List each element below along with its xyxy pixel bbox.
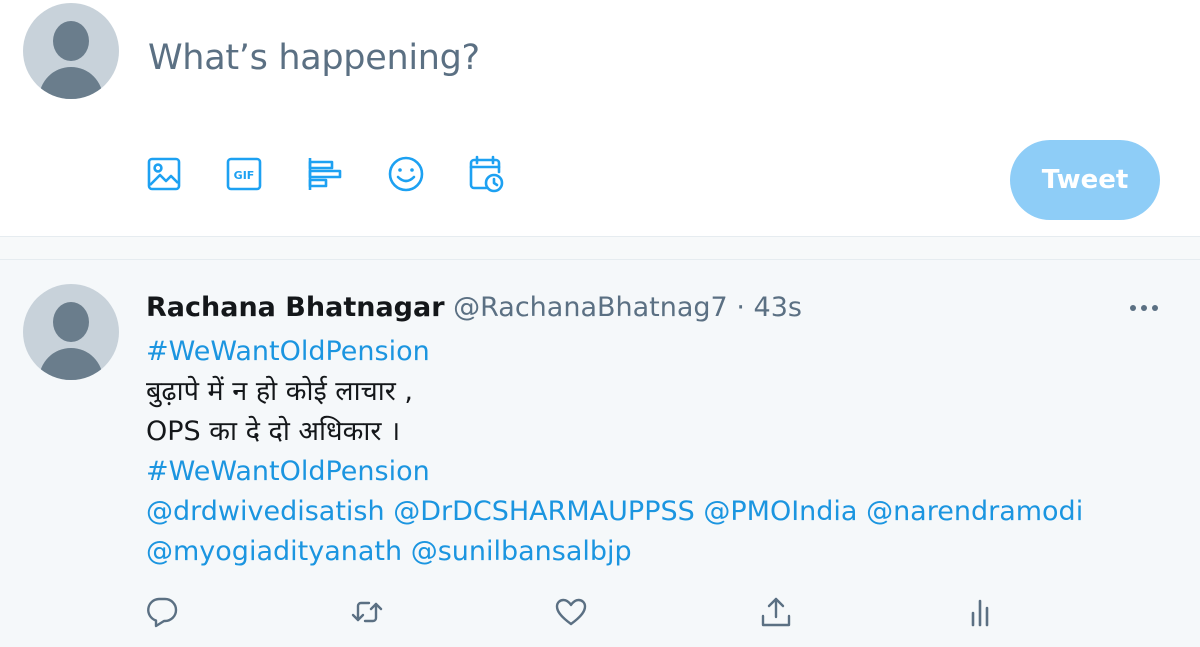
- author-name[interactable]: Rachana Bhatnagar: [146, 292, 445, 323]
- gif-icon-label: GIF: [234, 169, 255, 182]
- mention-link[interactable]: @PMOIndia: [703, 496, 857, 527]
- more-options-icon[interactable]: [1124, 294, 1164, 322]
- hashtag-link[interactable]: #WeWantOldPension: [146, 336, 430, 367]
- mention-link[interactable]: @DrDCSHARMAUPPSS: [393, 496, 695, 527]
- avatar-body-shape: [39, 348, 103, 380]
- avatar-body-shape: [39, 67, 103, 99]
- mention-link[interactable]: @myogiadityanath: [146, 536, 402, 567]
- share-icon[interactable]: [754, 590, 798, 634]
- gif-icon[interactable]: GIF: [220, 150, 268, 198]
- author-handle[interactable]: @RachanaBhatnag7: [453, 292, 728, 323]
- tweet-text-line: OPS का दे दो अधिकार ।: [146, 416, 401, 447]
- tweet-header: Rachana Bhatnagar @RachanaBhatnag7 · 43s: [146, 290, 802, 326]
- tweet-actions: [0, 590, 1200, 640]
- hashtag-link[interactable]: #WeWantOldPension: [146, 456, 430, 487]
- avatar-head-shape: [53, 302, 89, 342]
- reply-icon[interactable]: [140, 590, 184, 634]
- tweet-button[interactable]: Tweet: [1010, 140, 1160, 220]
- mention-link[interactable]: @narendramodi: [866, 496, 1083, 527]
- like-icon[interactable]: [549, 590, 593, 634]
- author-avatar[interactable]: [23, 284, 119, 380]
- poll-icon[interactable]: [300, 150, 348, 198]
- tweet-text-line: बुढ़ापे में न हो कोई लाचार ,: [146, 376, 413, 407]
- mention-link[interactable]: @drdwivedisatish: [146, 496, 385, 527]
- schedule-icon[interactable]: [462, 150, 510, 198]
- emoji-icon[interactable]: [382, 150, 430, 198]
- section-divider: [0, 236, 1200, 260]
- mention-link[interactable]: @sunilbansalbjp: [411, 536, 632, 567]
- tweet-text: #WeWantOldPension बुढ़ापे में न हो कोई ल…: [146, 332, 1156, 572]
- analytics-icon[interactable]: [958, 590, 1002, 634]
- avatar[interactable]: [23, 3, 119, 99]
- tweet-composer: What’s happening? GIF Tweet: [0, 0, 1200, 236]
- header-separator: ·: [736, 292, 745, 323]
- compose-input[interactable]: What’s happening?: [148, 38, 480, 78]
- tweet-card[interactable]: Rachana Bhatnagar @RachanaBhatnag7 · 43s…: [0, 260, 1200, 647]
- retweet-icon[interactable]: [345, 590, 389, 634]
- image-icon[interactable]: [140, 150, 188, 198]
- avatar-head-shape: [53, 21, 89, 61]
- tweet-timestamp[interactable]: 43s: [754, 292, 802, 323]
